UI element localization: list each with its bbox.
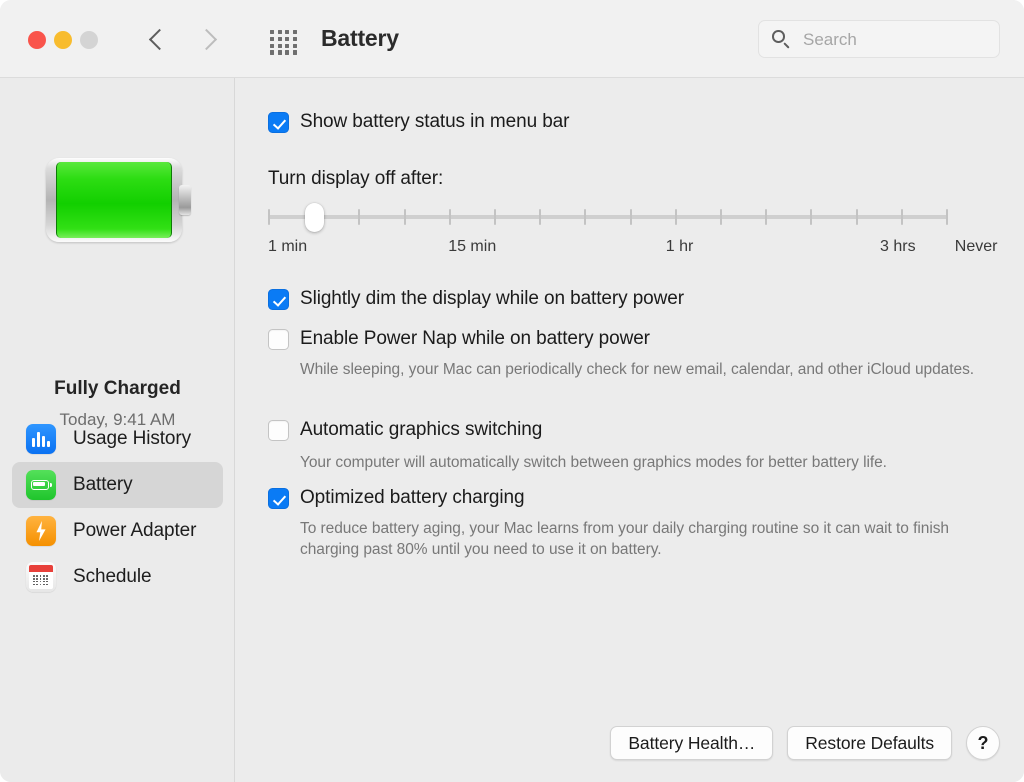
sidebar-item-label: Battery <box>73 474 133 495</box>
dim-display-label: Slightly dim the display while on batter… <box>300 288 684 309</box>
show-battery-status-checkbox[interactable] <box>268 112 289 133</box>
usage-history-icon <box>26 424 56 454</box>
sidebar-item-battery[interactable]: Battery <box>12 462 223 508</box>
system-preferences-window: Battery Fully Charged Today, 9:41 AM Usa… <box>0 0 1024 782</box>
slider-label: 1 min <box>268 238 308 255</box>
search-input[interactable] <box>801 21 995 59</box>
grid-apps-icon[interactable] <box>270 30 298 55</box>
graphics-switching-label: Automatic graphics switching <box>300 419 543 440</box>
show-battery-status-label: Show battery status in menu bar <box>300 111 570 132</box>
sidebar-item-power-adapter[interactable]: Power Adapter <box>12 508 223 554</box>
sidebar-item-label: Power Adapter <box>73 520 197 541</box>
power-nap-label: Enable Power Nap while on battery power <box>300 328 650 349</box>
window-toolbar: Battery <box>0 0 1024 78</box>
main-content: Show battery status in menu bar Turn dis… <box>236 78 1024 782</box>
chevron-right-icon[interactable] <box>197 23 217 57</box>
display-off-slider[interactable] <box>268 203 948 233</box>
sidebar-item-label: Schedule <box>73 566 152 587</box>
minimize-window-button[interactable] <box>54 31 72 49</box>
schedule-calendar-icon <box>26 562 56 592</box>
sidebar-item-usage-history[interactable]: Usage History <box>12 416 223 462</box>
graphics-switching-row[interactable]: Automatic graphics switching <box>268 419 542 441</box>
page-title: Battery <box>321 25 399 51</box>
restore-defaults-button[interactable]: Restore Defaults <box>787 726 952 760</box>
chevron-left-icon[interactable] <box>148 23 168 57</box>
footer-buttons: Battery Health… Restore Defaults ? <box>610 726 1000 760</box>
sidebar-item-schedule[interactable]: Schedule <box>12 554 223 600</box>
show-battery-status-row[interactable]: Show battery status in menu bar <box>268 111 569 133</box>
dim-display-row[interactable]: Slightly dim the display while on batter… <box>268 288 684 310</box>
optimized-charging-checkbox[interactable] <box>268 488 289 509</box>
optimized-charging-row[interactable]: Optimized battery charging <box>268 487 525 509</box>
slider-ticks <box>268 209 948 225</box>
sidebar-item-label: Usage History <box>73 428 192 449</box>
graphics-switching-checkbox[interactable] <box>268 420 289 441</box>
battery-icon <box>26 470 56 500</box>
display-off-label: Turn display off after: <box>268 168 444 189</box>
search-field[interactable] <box>758 20 1000 59</box>
power-nap-row[interactable]: Enable Power Nap while on battery power <box>268 328 650 350</box>
slider-label: 1 hr <box>665 238 694 255</box>
power-nap-description: While sleeping, your Mac can periodicall… <box>300 361 975 378</box>
sidebar-nav: Usage History Battery Power Adapter Sche… <box>0 416 235 600</box>
slider-label: Never <box>954 238 998 255</box>
optimized-charging-label: Optimized battery charging <box>300 487 525 508</box>
search-icon <box>772 30 791 49</box>
dim-display-checkbox[interactable] <box>268 289 289 310</box>
battery-health-button[interactable]: Battery Health… <box>610 726 774 760</box>
slider-label: 15 min <box>448 238 497 255</box>
power-nap-checkbox[interactable] <box>268 329 289 350</box>
graphics-switching-description: Your computer will automatically switch … <box>300 454 887 471</box>
traffic-lights <box>28 31 98 49</box>
navigation-arrows <box>148 23 217 57</box>
battery-full-icon <box>46 158 191 242</box>
sidebar: Fully Charged Today, 9:41 AM Usage Histo… <box>0 78 235 782</box>
optimized-charging-description: To reduce battery aging, your Mac learns… <box>300 520 950 558</box>
help-button[interactable]: ? <box>966 726 1000 760</box>
slider-tick-labels: 1 min 15 min 1 hr 3 hrs Never <box>268 238 997 260</box>
close-window-button[interactable] <box>28 31 46 49</box>
slider-thumb[interactable] <box>305 203 325 232</box>
zoom-window-button[interactable] <box>80 31 98 49</box>
power-adapter-icon <box>26 516 56 546</box>
battery-status-text: Fully Charged <box>54 378 181 399</box>
slider-label: 3 hrs <box>880 238 916 255</box>
